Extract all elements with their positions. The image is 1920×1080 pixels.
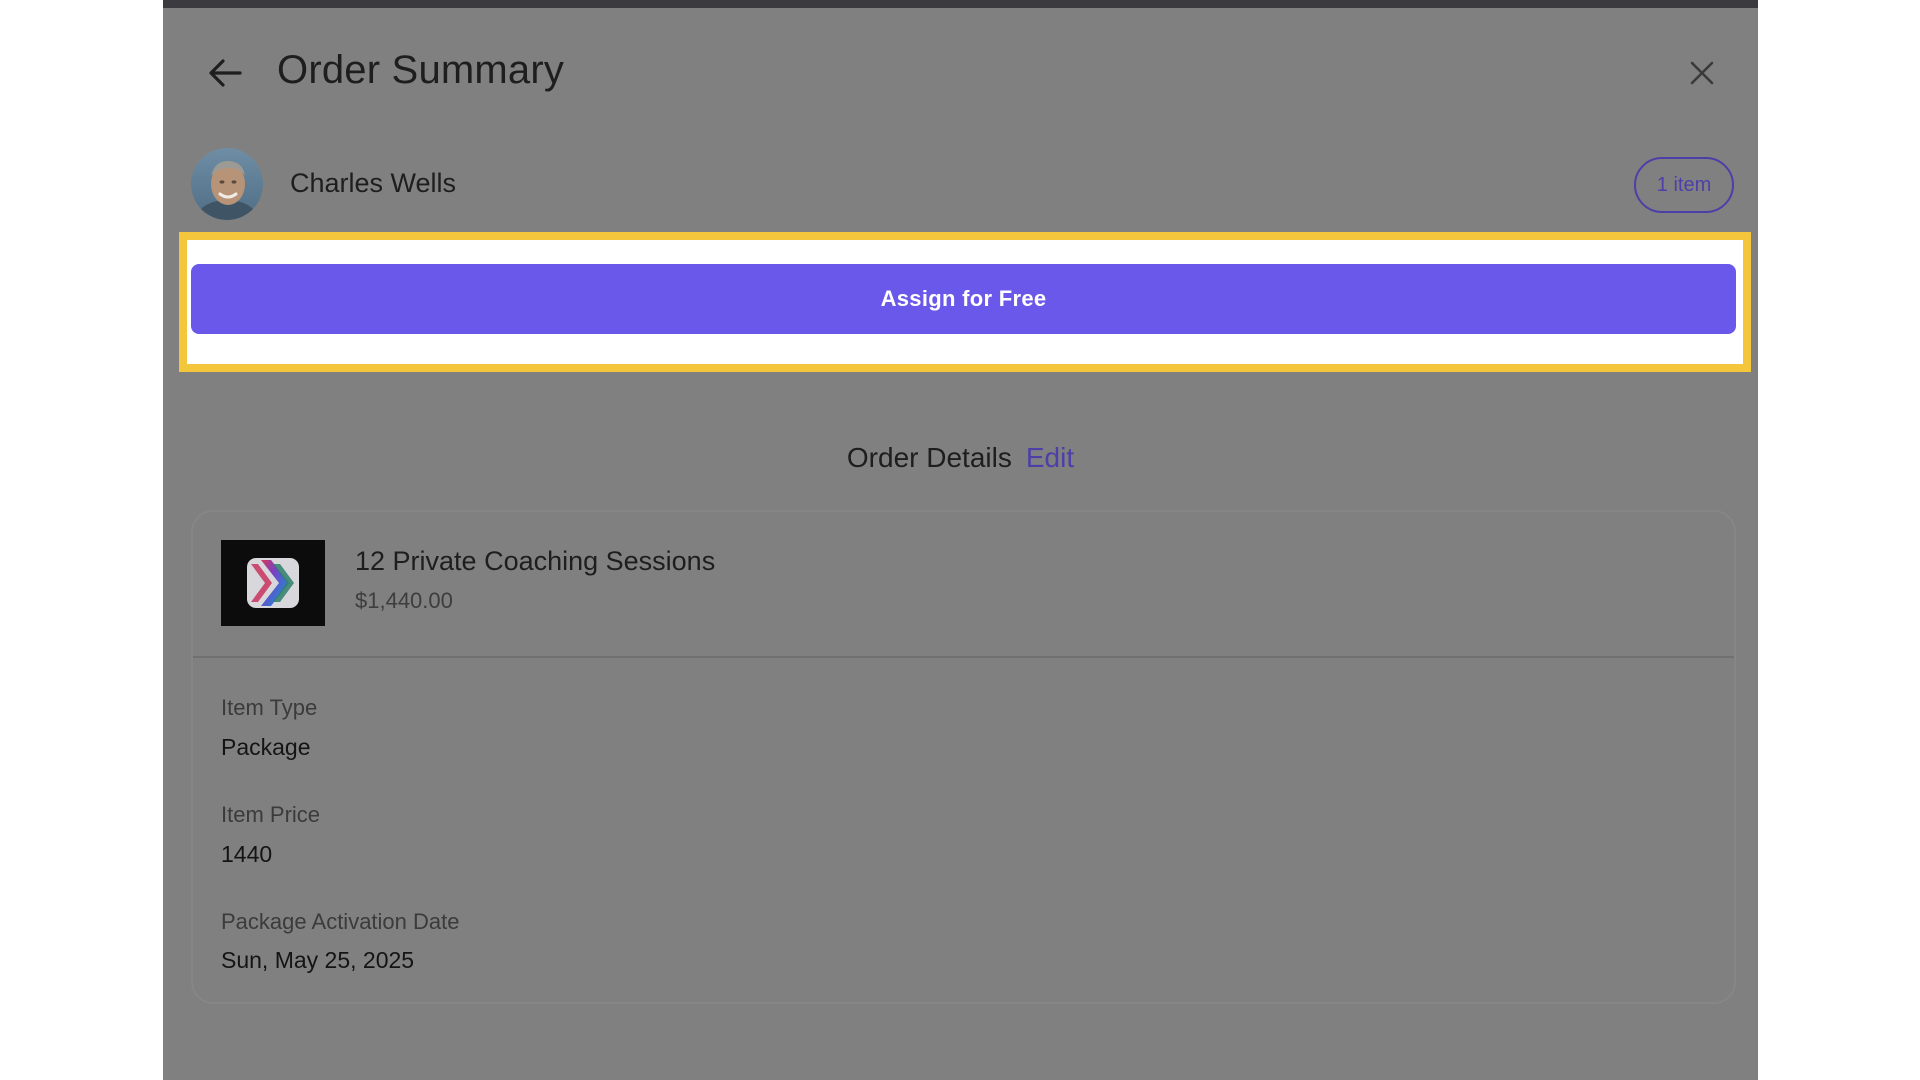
arrow-left-icon xyxy=(209,59,242,87)
top-strip xyxy=(163,0,1758,8)
activation-date-label: Package Activation Date xyxy=(221,909,460,934)
item-price-value: 1440 xyxy=(221,841,273,867)
page-title: Order Summary xyxy=(277,48,565,92)
item-price: $1,440.00 xyxy=(355,588,453,613)
assign-for-free-button[interactable]: Assign for Free xyxy=(191,264,1736,334)
close-button[interactable] xyxy=(1680,51,1724,95)
order-details-heading: Order Details Edit xyxy=(163,442,1758,474)
activation-date-value: Sun, May 25, 2025 xyxy=(221,947,415,973)
header: Order Summary xyxy=(163,36,1758,106)
item-summary: 12 Private Coaching Sessions $1,440.00 xyxy=(193,512,1734,658)
item-type-label: Item Type xyxy=(221,695,318,720)
item-price-label: Item Price xyxy=(221,802,321,827)
order-details-label: Order Details xyxy=(846,442,1012,473)
avatar xyxy=(191,148,263,220)
item-thumbnail xyxy=(221,540,325,626)
customer-name: Charles Wells xyxy=(290,168,457,198)
item-type-value: Package xyxy=(221,734,311,760)
edit-link[interactable]: Edit xyxy=(1026,442,1074,474)
order-item-card: 12 Private Coaching Sessions $1,440.00 I… xyxy=(191,510,1736,1004)
customer-row: Charles Wells 1 item xyxy=(163,148,1758,220)
close-icon xyxy=(1690,61,1714,85)
item-title: 12 Private Coaching Sessions xyxy=(355,546,716,576)
item-count-badge[interactable]: 1 item xyxy=(1634,157,1734,213)
order-summary-panel: Order Summary Charles Wells 1 item Assig… xyxy=(163,0,1758,1080)
back-button[interactable] xyxy=(203,51,247,95)
